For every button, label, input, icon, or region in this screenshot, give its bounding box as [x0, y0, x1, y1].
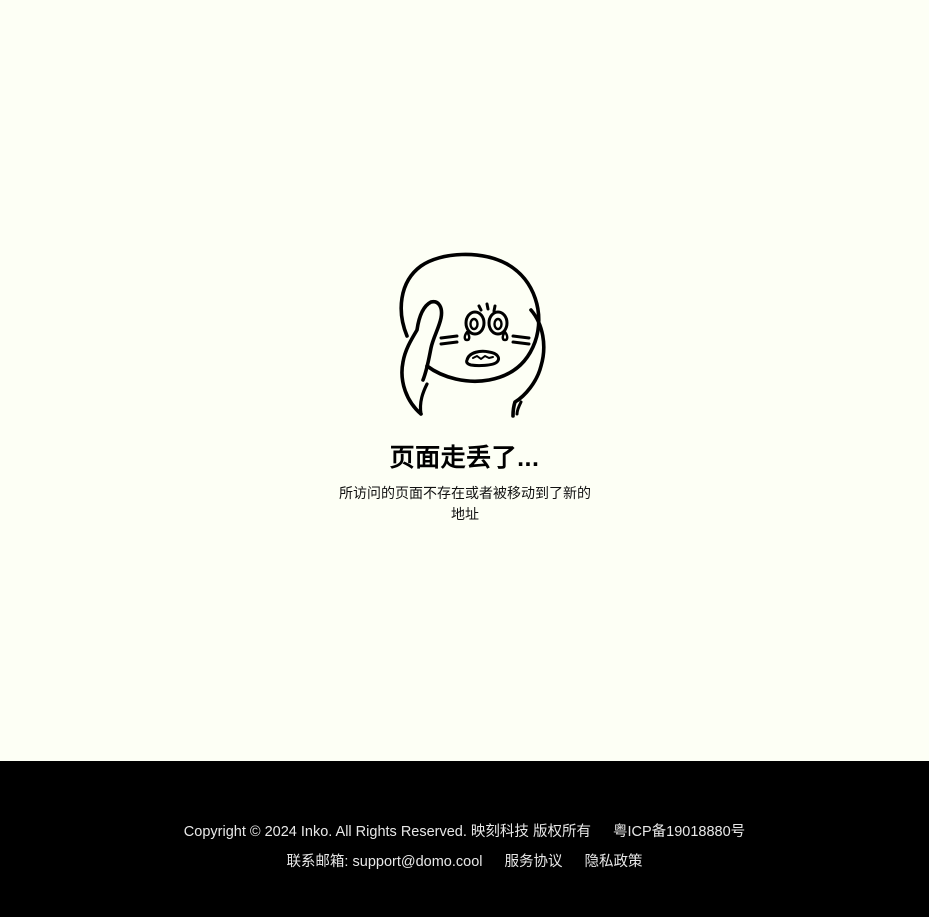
icp-link[interactable]: 粤ICP备19018880号 [613, 820, 745, 841]
crying-character-illustration [399, 252, 546, 418]
main-content: 页面走丢了... 所访问的页面不存在或者被移动到了新的地址 [0, 0, 929, 761]
footer-links-row: 联系邮箱: support@domo.cool 服务协议 隐私政策 [0, 850, 929, 871]
privacy-link[interactable]: 隐私政策 [585, 850, 643, 871]
contact-label: 联系邮箱: [286, 854, 349, 870]
error-message: 所访问的页面不存在或者被移动到了新的地址 [339, 485, 591, 522]
footer: Copyright © 2024 Inko. All Rights Reserv… [0, 761, 929, 917]
copyright-text: Copyright © 2024 Inko. All Rights Reserv… [183, 824, 591, 840]
page: 页面走丢了... 所访问的页面不存在或者被移动到了新的地址 Copyright … [0, 0, 929, 917]
contact-email-link[interactable]: support@domo.cool [353, 854, 483, 870]
terms-link[interactable]: 服务协议 [505, 850, 563, 871]
footer-copyright-row: Copyright © 2024 Inko. All Rights Reserv… [0, 820, 929, 841]
error-title: 页面走丢了... [389, 444, 540, 472]
